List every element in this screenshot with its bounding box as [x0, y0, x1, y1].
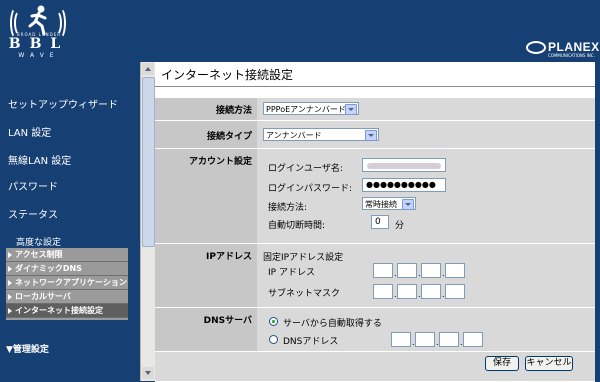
row-connection-type: 接続タイプ アンナンバード [155, 121, 595, 149]
triangle-right-icon [8, 251, 12, 258]
ip-octet-3[interactable] [421, 263, 441, 278]
save-button[interactable]: 保存 [485, 356, 519, 371]
mask-octet-3[interactable] [421, 284, 441, 299]
triangle-right-icon [8, 307, 12, 314]
connection-type-label: 接続タイプ [155, 121, 257, 148]
dropdown-arrow-icon [365, 130, 377, 141]
dns-octet-3[interactable] [439, 332, 459, 347]
row-connection-method: 接続方法 PPPoEアンナンバード [155, 98, 595, 121]
password-label: ログインパスワード: [268, 184, 353, 194]
triangle-right-icon [8, 279, 12, 286]
dns-auto-radio[interactable] [269, 317, 278, 326]
connection-method-select[interactable]: PPPoEアンナンバード [263, 102, 359, 115]
ip-octet-4[interactable] [445, 263, 465, 278]
dropdown-arrow-icon [345, 104, 357, 115]
main-content: インターネット接続設定 接続方法 PPPoEアンナンバード 接続タイプ アンナン… [155, 62, 595, 382]
auto-disconnect-field[interactable]: 0 [371, 215, 389, 229]
sidebar-item-setup-wizard[interactable]: セットアップウィザード [8, 96, 118, 111]
sidebar-subitem-network-apps[interactable]: ネットワークアプリケーション [6, 276, 128, 290]
triangle-right-icon [8, 265, 12, 272]
blurred-username [367, 163, 441, 169]
ip-octet-1[interactable] [373, 263, 393, 278]
account-label: アカウント設定 [155, 149, 257, 243]
auto-disconnect-label: 自動切断時間: [268, 221, 326, 231]
subnet-mask-label: サブネットマスク [268, 289, 341, 299]
fixed-ip-heading: 固定IPアドレス設定 [263, 253, 344, 263]
triangle-right-icon [8, 293, 12, 300]
sidebar-item-password[interactable]: パスワード [8, 178, 58, 193]
sidebar-subitem-local-server[interactable]: ローカルサーバ [6, 290, 128, 304]
chevron-up-icon [145, 67, 151, 71]
chevron-down-icon [145, 371, 151, 375]
connection-type-select[interactable]: アンナンバード [263, 128, 379, 141]
password-field[interactable]: ●●●●●●●●●● [362, 178, 446, 192]
connect-mode-select[interactable]: 常時接続 [362, 197, 416, 210]
sidebar-item-advanced[interactable]: 高度な設定 [16, 235, 61, 248]
dns-octet-2[interactable] [415, 332, 435, 347]
page-title: インターネット接続設定 [161, 68, 294, 82]
method-label: 接続方法: [268, 203, 308, 213]
dns-manual-label: DNSアドレス [283, 337, 339, 347]
row-dns: DNSサーバ サーバから自動取得する DNSアドレス . . . [155, 308, 595, 352]
logo-word: BBL [8, 36, 70, 52]
sidebar: セットアップウィザード LAN 設定 無線LAN 設定 パスワード ステータス … [0, 62, 140, 381]
bbl-logo: BBL BROAD LANDER WAVE [4, 2, 74, 60]
mask-octet-4[interactable] [445, 284, 465, 299]
sidebar-subitem-access-control[interactable]: アクセス制限 [6, 248, 128, 262]
planex-name: PLANEX [548, 40, 600, 54]
dropdown-arrow-icon [402, 199, 414, 210]
scroll-down-button[interactable] [142, 367, 154, 379]
row-ip-address: IPアドレス 固定IPアドレス設定 IP アドレス . . . サブネットマスク… [155, 244, 595, 308]
ip-address-field-label: IP アドレス [268, 268, 315, 278]
row-account: アカウント設定 ログインユーザ名: ログインパスワード: ●●●●●●●●●● … [155, 149, 595, 244]
mask-octet-2[interactable] [397, 284, 417, 299]
planex-mark-icon [526, 41, 546, 54]
planex-logo: PLANEX COMMUNICATIONS INC. [526, 40, 600, 60]
dns-label: DNSサーバ [155, 308, 257, 351]
sidebar-subitem-internet-connection[interactable]: インターネット接続設定 [6, 304, 128, 318]
logo-wave: WAVE [18, 52, 60, 59]
sidebar-item-lan[interactable]: LAN 設定 [8, 124, 51, 139]
dns-octet-4[interactable] [463, 332, 483, 347]
sidebar-item-status[interactable]: ステータス [8, 206, 58, 221]
username-field[interactable] [362, 158, 446, 172]
sidebar-item-wireless-lan[interactable]: 無線LAN 設定 [8, 152, 71, 167]
ip-address-label: IPアドレス [155, 244, 257, 307]
dns-manual-radio[interactable] [269, 335, 278, 344]
advanced-submenu: アクセス制限 ダイナミックDNS ネットワークアプリケーション ローカルサーバ … [6, 248, 128, 320]
header: BBL BROAD LANDER WAVE PLANEX COMMUNICATI… [0, 0, 600, 62]
title-divider [155, 86, 595, 87]
auto-disconnect-unit: 分 [395, 221, 405, 231]
button-bar: 保存 キャンセル [155, 352, 595, 382]
scrollbar-thumb[interactable] [142, 77, 155, 247]
dns-octet-1[interactable] [391, 332, 411, 347]
planex-sub: COMMUNICATIONS INC. [548, 53, 595, 58]
scroll-up-button[interactable] [142, 63, 154, 75]
mask-octet-1[interactable] [373, 284, 393, 299]
connection-method-label: 接続方法 [155, 98, 257, 120]
dns-auto-label: サーバから自動取得する [283, 319, 382, 329]
sidebar-subitem-ddns[interactable]: ダイナミックDNS [6, 262, 128, 276]
username-label: ログインユーザ名: [268, 164, 343, 174]
scrollbar[interactable] [140, 62, 155, 381]
logo-tagline: BROAD LANDER [16, 32, 62, 37]
ip-octet-2[interactable] [397, 263, 417, 278]
sidebar-item-admin[interactable]: ▼管理設定 [6, 342, 49, 355]
cancel-button[interactable]: キャンセル [525, 356, 573, 371]
